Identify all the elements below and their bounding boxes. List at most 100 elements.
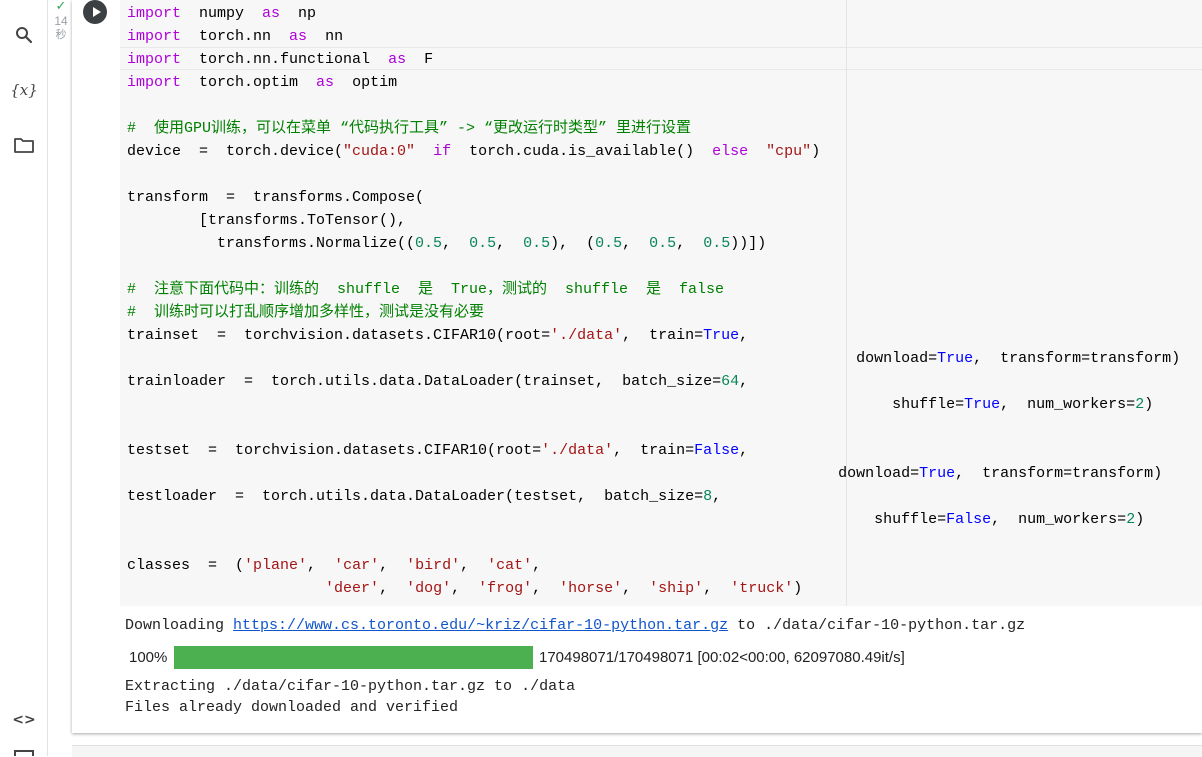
download-line: Downloading https://www.cs.toronto.edu/~… [125, 617, 1025, 634]
code-content: import numpy as np import torch.nn as nn i… [127, 2, 1180, 600]
code-token: , train= [613, 442, 695, 459]
code-editor[interactable]: import numpy as np import torch.nn as nn i… [120, 0, 1202, 606]
code-line: 'deer', 'dog', 'frog', 'horse', 'ship', … [127, 577, 1180, 600]
code-token: , num_workers= [1000, 396, 1136, 413]
code-token: import [127, 5, 182, 22]
code-token: import [127, 74, 182, 91]
code-token: if [433, 143, 452, 160]
code-token: , [307, 557, 335, 574]
code-token: 'plane' [244, 557, 308, 574]
code-token: , [703, 580, 731, 597]
cell-output: Downloading https://www.cs.toronto.edu/~… [72, 606, 1202, 733]
code-token: './data' [541, 442, 614, 459]
code-token: shuffle= [127, 396, 965, 413]
code-line: shuffle=False, num_workers=2) [127, 508, 1180, 531]
code-line: import torch.optim as optim [127, 71, 1180, 94]
code-token: import [127, 28, 182, 45]
code-token: False [694, 442, 740, 459]
code-cell[interactable]: import numpy as np import torch.nn as nn i… [72, 0, 1202, 733]
code-token: 'bird' [406, 557, 461, 574]
code-token: , transform=transform) [973, 350, 1181, 367]
code-token: 'car' [334, 557, 380, 574]
code-token: True [964, 396, 1001, 413]
variables-icon[interactable]: {x} [10, 77, 38, 103]
code-token: 'cat' [487, 557, 533, 574]
code-token: 2 [1126, 511, 1136, 528]
code-line: classes = ('plane', 'car', 'bird', 'cat'… [127, 554, 1180, 577]
progress-row: 100% 170498071/170498071 [00:02<00:00, 6… [129, 644, 905, 670]
code-token: # 注意下面代码中：训练的 shuffle 是 True，测试的 shuffle… [127, 281, 725, 298]
code-line: device = torch.device("cuda:0" if torch.… [127, 140, 1180, 163]
code-token: "cpu" [766, 143, 812, 160]
code-token: ) [1135, 511, 1145, 528]
code-token: 0.5 [469, 235, 497, 252]
code-token: nn [307, 28, 344, 45]
exec-time-value: 14 [54, 14, 68, 28]
code-token: 'ship' [649, 580, 704, 597]
progress-percent: 100% [129, 648, 168, 666]
code-token: "cuda:0" [343, 143, 416, 160]
code-snippets-icon[interactable]: <> [11, 707, 37, 733]
code-token: , [676, 235, 704, 252]
code-token: 0.5 [415, 235, 443, 252]
next-cell[interactable] [72, 745, 1202, 757]
code-token: F [406, 51, 434, 68]
code-line: import torch.nn as nn [127, 25, 1180, 48]
code-token: device = torch.device( [127, 143, 344, 160]
terminal-icon[interactable] [14, 750, 34, 756]
code-line: # 注意下面代码中：训练的 shuffle 是 True，测试的 shuffle… [127, 278, 1180, 301]
code-token: , [496, 235, 524, 252]
code-token: , [460, 557, 488, 574]
code-token: 'deer' [325, 580, 380, 597]
code-token: , [532, 557, 542, 574]
code-token: 'frog' [478, 580, 533, 597]
code-token: # 使用GPU训练，可以在菜单 “代码执行工具” -> “更改运行时类型” 里进… [127, 120, 692, 137]
code-token: as [388, 51, 407, 68]
code-token: # 训练时可以打乱顺序增加多样性，测试是没有必要 [127, 304, 485, 321]
code-line: testloader = torch.utils.data.DataLoader… [127, 485, 1180, 508]
code-token: ) [793, 580, 803, 597]
code-token: True [919, 465, 956, 482]
code-token: , num_workers= [991, 511, 1127, 528]
code-token: testloader = torch.utils.data.DataLoader… [127, 488, 704, 505]
code-token: , transform=transform) [955, 465, 1163, 482]
code-token: , [442, 235, 470, 252]
code-line: transform = transforms.Compose( [127, 186, 1180, 209]
code-token: , train= [622, 327, 704, 344]
code-token: 0.5 [595, 235, 623, 252]
exec-time-unit: 秒 [55, 28, 67, 41]
code-token: , [451, 580, 479, 597]
code-token: 64 [721, 373, 740, 390]
progress-stats: 170498071/170498071 [00:02<00:00, 620970… [539, 648, 905, 666]
download-link[interactable]: https://www.cs.toronto.edu/~kriz/cifar-1… [233, 617, 728, 634]
code-token: , [622, 235, 650, 252]
code-line: transforms.Normalize((0.5, 0.5, 0.5), (0… [127, 232, 1180, 255]
code-token: as [289, 28, 308, 45]
code-token: download= [127, 350, 938, 367]
search-icon[interactable] [11, 22, 37, 48]
status-check-icon: ✓ [55, 0, 67, 14]
code-token: classes = ( [127, 557, 245, 574]
folder-icon[interactable] [11, 132, 37, 158]
code-token: as [316, 74, 335, 91]
code-token: testset = torchvision.datasets.CIFAR10(r… [127, 442, 542, 459]
code-line: trainset = torchvision.datasets.CIFAR10(… [127, 324, 1180, 347]
code-token: np [280, 5, 317, 22]
run-cell-button[interactable] [83, 0, 107, 24]
code-token: , [739, 442, 749, 459]
code-token: True [937, 350, 974, 367]
code-token: optim [334, 74, 398, 91]
code-line: import torch.nn.functional as F [127, 48, 1180, 71]
code-line: # 使用GPU训练，可以在菜单 “代码执行工具” -> “更改运行时类型” 里进… [127, 117, 1180, 140]
download-prefix: Downloading [125, 617, 234, 634]
code-token: 2 [1135, 396, 1145, 413]
code-token: './data' [550, 327, 623, 344]
code-line: testset = torchvision.datasets.CIFAR10(r… [127, 439, 1180, 462]
code-token: [transforms.ToTensor(), [127, 212, 407, 229]
code-line: download=True, transform=transform) [127, 347, 1180, 370]
